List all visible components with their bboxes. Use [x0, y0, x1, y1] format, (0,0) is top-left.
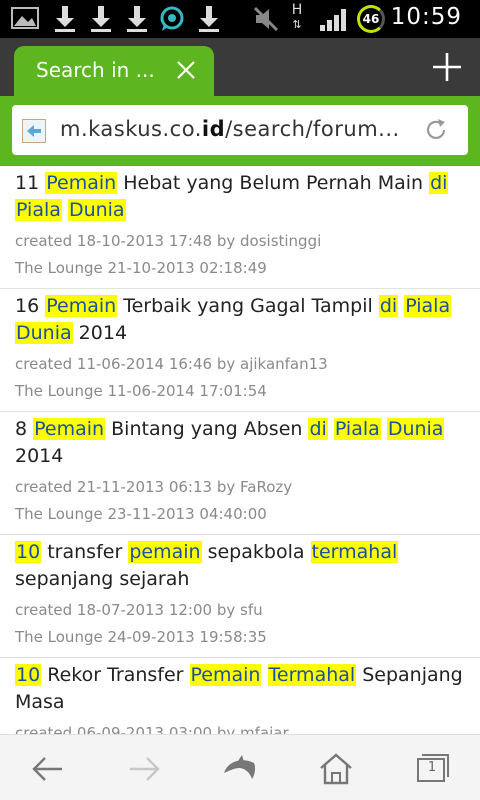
refresh-icon[interactable] — [422, 116, 450, 144]
search-result-item[interactable]: 10 Rekor Transfer Pemain Termahal Sepanj… — [0, 658, 480, 734]
result-forum-info: The Lounge 21-10-2013 02:18:49 — [15, 259, 267, 277]
highlighted-keyword: di — [308, 418, 328, 440]
download-notification-icon — [55, 6, 75, 32]
site-favicon-icon — [22, 119, 46, 143]
url-text[interactable]: m.kaskus.co.id/search/forum... — [60, 117, 400, 141]
battery-indicator: 46 — [357, 5, 385, 33]
title-text: 2014 — [72, 322, 128, 344]
back-arrow-icon[interactable] — [28, 749, 68, 789]
result-created-info: created 18-10-2013 17:48 by dosistinggi — [15, 232, 322, 250]
tab-title: Search in ... — [36, 58, 155, 82]
result-created-info: created 11-06-2014 16:46 by ajikanfan13 — [15, 355, 328, 373]
search-result-item[interactable]: 8 Pemain Bintang yang Absen di Piala Dun… — [0, 412, 480, 535]
result-forum-info: The Lounge 11-06-2014 17:01:54 — [15, 382, 267, 400]
highlighted-keyword: Pemain — [45, 295, 118, 317]
signal-icon — [320, 9, 346, 31]
title-text — [261, 664, 267, 686]
search-result-item[interactable]: 11 Pemain Hebat yang Belum Pernah Main d… — [0, 166, 480, 289]
network-type-indicator: H ⇅ — [291, 2, 303, 31]
result-created-info: created 06-09-2013 03:00 by mfajar. — [15, 724, 293, 734]
download-notification-icon — [127, 6, 147, 32]
result-created-info: created 18-07-2013 12:00 by sfu — [15, 601, 263, 619]
highlighted-keyword: pemain — [128, 541, 202, 563]
url-suffix: /search/forum... — [225, 117, 400, 141]
result-forum-info: The Lounge 24-09-2013 19:58:35 — [15, 628, 267, 646]
network-type-label: H — [291, 2, 303, 18]
dolphin-icon[interactable] — [220, 749, 260, 789]
highlighted-keyword: Pemain — [45, 172, 118, 194]
highlighted-keyword: 10 — [15, 664, 42, 686]
highlighted-keyword: Dunia — [386, 418, 445, 440]
highlighted-keyword: di — [429, 172, 449, 194]
result-title-link[interactable]: 11 Pemain Hebat yang Belum Pernah Main d… — [15, 170, 466, 224]
highlighted-keyword: Piala — [404, 295, 452, 317]
highlighted-keyword: Pemain — [33, 418, 106, 440]
result-title-link[interactable]: 10 transfer pemain sepakbola termahal se… — [15, 539, 466, 593]
tabs-button[interactable]: 1 — [412, 749, 452, 789]
title-text: Bintang yang Absen — [105, 418, 309, 440]
title-text: 8 — [15, 418, 34, 440]
title-text: sepakbola — [201, 541, 311, 563]
download-notification-icon — [91, 6, 111, 32]
gallery-notification-icon — [11, 7, 39, 29]
close-icon[interactable] — [174, 58, 198, 82]
title-text: Rekor Transfer — [41, 664, 190, 686]
tab-count: 1 — [427, 760, 437, 775]
title-text: Hebat yang Belum Pernah Main — [117, 172, 430, 194]
muted-icon — [253, 6, 279, 32]
battery-level: 46 — [362, 12, 380, 26]
tab-bar: Search in ... — [0, 38, 480, 96]
result-title-link[interactable]: 8 Pemain Bintang yang Absen di Piala Dun… — [15, 416, 466, 470]
bottom-navigation-bar: 1 — [0, 734, 480, 800]
whatsapp-icon — [160, 6, 184, 31]
highlighted-keyword: Termahal — [267, 664, 357, 686]
highlighted-keyword: di — [378, 295, 399, 317]
highlighted-keyword: Piala — [333, 418, 381, 440]
clock: 10:59 — [390, 4, 462, 30]
title-text: 16 — [15, 295, 46, 317]
title-text: 2014 — [15, 445, 64, 467]
result-created-info: created 21-11-2013 06:13 by FaRozy — [15, 478, 293, 496]
highlighted-keyword: Piala — [15, 199, 62, 221]
highlighted-keyword: 10 — [15, 541, 42, 563]
search-result-item[interactable]: 16 Pemain Terbaik yang Gagal Tampil di P… — [0, 289, 480, 412]
highlighted-keyword: Dunia — [15, 322, 73, 344]
title-text — [381, 418, 387, 440]
download-notification-icon — [199, 6, 219, 32]
highlighted-keyword: Pemain — [189, 664, 262, 686]
title-text: sepanjang sejarah — [15, 568, 190, 590]
result-forum-info: The Lounge 23-11-2013 04:40:00 — [15, 505, 267, 523]
url-prefix: m.kaskus.co. — [60, 117, 202, 141]
highlighted-keyword: Dunia — [67, 199, 126, 221]
forward-arrow-icon[interactable] — [124, 749, 164, 789]
browser-tab-active[interactable]: Search in ... — [14, 46, 214, 96]
address-bar-area: m.kaskus.co.id/search/forum... — [0, 96, 480, 166]
plus-icon[interactable] — [430, 50, 464, 84]
search-results-list: 11 Pemain Hebat yang Belum Pernah Main d… — [0, 166, 480, 734]
home-icon[interactable] — [316, 749, 356, 789]
search-result-item[interactable]: 10 transfer pemain sepakbola termahal se… — [0, 535, 480, 658]
highlighted-keyword: termahal — [310, 541, 399, 563]
title-text: transfer — [41, 541, 129, 563]
address-bar[interactable]: m.kaskus.co.id/search/forum... — [12, 105, 468, 155]
status-bar: H ⇅ 46 10:59 — [0, 0, 480, 38]
title-text — [328, 418, 334, 440]
url-domain-highlight: id — [201, 117, 226, 141]
result-title-link[interactable]: 10 Rekor Transfer Pemain Termahal Sepanj… — [15, 662, 466, 716]
result-title-link[interactable]: 16 Pemain Terbaik yang Gagal Tampil di P… — [15, 293, 466, 347]
title-text: 11 — [15, 172, 46, 194]
title-text: Terbaik yang Gagal Tampil — [117, 295, 379, 317]
